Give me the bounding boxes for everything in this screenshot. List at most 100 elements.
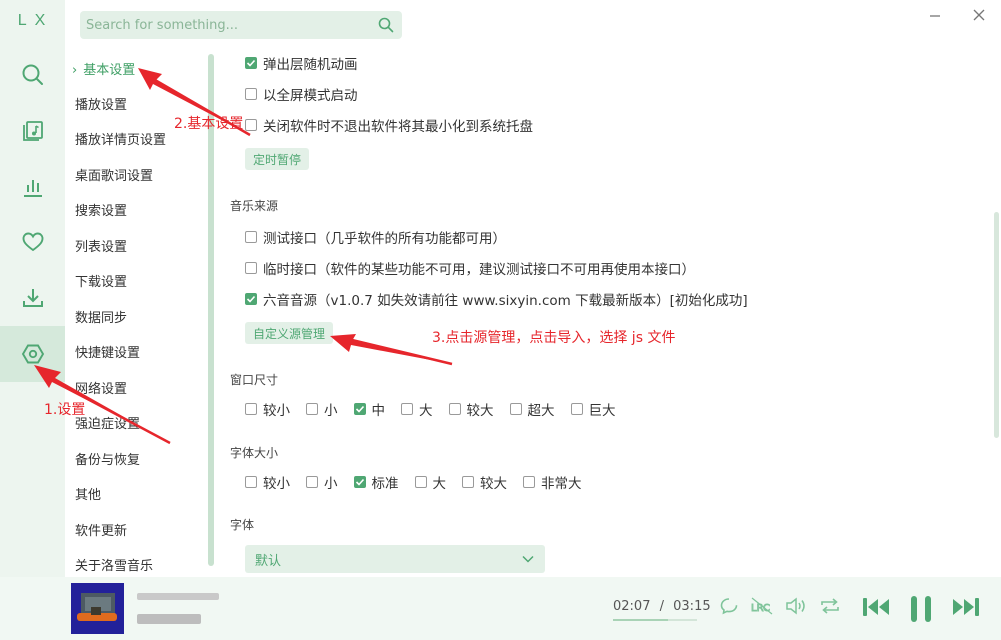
checkbox[interactable] bbox=[353, 476, 366, 488]
current-time: 02:07 bbox=[613, 599, 651, 614]
option-source-test-api[interactable]: 测试接口（几乎软件的所有功能都可用） bbox=[245, 226, 506, 248]
song-artist-blurred bbox=[137, 614, 201, 624]
option-label: 较小 bbox=[263, 403, 290, 419]
playback-time: 02:07 / 03:15 bbox=[613, 599, 711, 614]
font-size-option-very-large[interactable]: 非常大 bbox=[523, 472, 582, 492]
checkbox[interactable] bbox=[245, 293, 257, 305]
previous-track-button[interactable] bbox=[860, 594, 892, 620]
nav-item-play-detail-settings[interactable]: 播放详情页设置 bbox=[75, 131, 166, 151]
custom-source-manage-button[interactable]: 自定义源管理 bbox=[245, 322, 334, 344]
rail-download-button[interactable] bbox=[0, 270, 65, 326]
checkbox[interactable] bbox=[448, 403, 461, 415]
time-separator: / bbox=[659, 599, 664, 614]
checkbox[interactable] bbox=[245, 57, 257, 69]
checkbox[interactable] bbox=[245, 262, 257, 274]
checkbox[interactable] bbox=[462, 476, 474, 488]
rail-song-list-button[interactable] bbox=[0, 103, 65, 159]
font-size-option-small[interactable]: 小 bbox=[306, 472, 338, 492]
checkbox[interactable] bbox=[523, 476, 535, 488]
window-size-option-extra-large[interactable]: 超大 bbox=[509, 399, 555, 419]
checkbox[interactable] bbox=[245, 231, 257, 243]
comment-button[interactable] bbox=[718, 594, 740, 618]
window-size-option-smaller[interactable]: 较小 bbox=[245, 399, 290, 419]
next-track-button[interactable] bbox=[950, 594, 982, 620]
checkbox[interactable] bbox=[245, 119, 257, 131]
progress-bar[interactable] bbox=[613, 619, 697, 621]
play-mode-button[interactable] bbox=[818, 594, 842, 618]
font-size-option-larger[interactable]: 较大 bbox=[462, 472, 507, 492]
nav-item-hotkey-settings[interactable]: 快捷键设置 bbox=[75, 344, 140, 364]
section-title-font-size: 字体大小 bbox=[230, 446, 279, 460]
nav-item-playback-settings[interactable]: 播放设置 bbox=[75, 96, 127, 116]
font-select-value: 默认 bbox=[255, 553, 282, 569]
checkbox[interactable] bbox=[306, 403, 318, 415]
checkbox[interactable] bbox=[306, 476, 318, 488]
font-size-option-smaller[interactable]: 较小 bbox=[245, 472, 290, 492]
sidebar-rail: LX bbox=[0, 0, 65, 577]
option-label: 小 bbox=[324, 476, 338, 492]
nav-item-network-settings[interactable]: 网络设置 bbox=[75, 380, 127, 400]
window-size-option-huge[interactable]: 巨大 bbox=[570, 399, 616, 419]
option-minimize-to-tray[interactable]: 关闭软件时不退出软件将其最小化到系统托盘 bbox=[245, 114, 533, 136]
nav-item-software-update[interactable]: 软件更新 bbox=[75, 522, 127, 542]
close-button[interactable] bbox=[967, 5, 991, 25]
nav-item-basic-settings[interactable]: › 基本设置 bbox=[72, 61, 135, 81]
annotation-arrows bbox=[34, 68, 453, 445]
nav-item-data-sync[interactable]: 数据同步 bbox=[75, 309, 127, 329]
option-label: 关闭软件时不退出软件将其最小化到系统托盘 bbox=[263, 119, 533, 135]
nav-item-desktop-lyric-settings[interactable]: 桌面歌词设置 bbox=[75, 167, 153, 187]
annotation-step-2: 2.基本设置 bbox=[174, 116, 244, 132]
album-cover[interactable] bbox=[71, 583, 124, 634]
section-title-window-size: 窗口尺寸 bbox=[230, 373, 279, 387]
content-scrollbar[interactable] bbox=[994, 212, 999, 438]
timer-pause-button[interactable]: 定时暂停 bbox=[245, 148, 310, 170]
rail-leaderboard-button[interactable] bbox=[0, 159, 65, 215]
checkbox[interactable] bbox=[245, 403, 257, 415]
nav-item-backup-restore[interactable]: 备份与恢复 bbox=[75, 451, 140, 471]
nav-item-label: 基本设置 bbox=[83, 63, 136, 78]
nav-item-list-settings[interactable]: 列表设置 bbox=[75, 238, 127, 258]
window-size-option-large[interactable]: 大 bbox=[401, 399, 433, 419]
checkbox[interactable] bbox=[509, 403, 522, 415]
search-icon[interactable] bbox=[378, 17, 394, 33]
pause-button[interactable] bbox=[906, 594, 936, 624]
checkbox[interactable] bbox=[414, 476, 427, 488]
window-size-option-medium[interactable]: 中 bbox=[353, 399, 386, 419]
album-art-image bbox=[71, 583, 124, 634]
rail-settings-button[interactable] bbox=[0, 326, 65, 382]
option-label: 巨大 bbox=[588, 403, 616, 419]
search-input[interactable] bbox=[80, 11, 370, 39]
lyric-toggle-button[interactable]: LRC bbox=[749, 594, 775, 618]
font-size-options: 较小 小 标准 大 较大 非常大 bbox=[245, 472, 598, 492]
option-label: 中 bbox=[371, 403, 386, 419]
nav-item-search-settings[interactable]: 搜索设置 bbox=[75, 202, 127, 222]
minimize-button[interactable] bbox=[923, 5, 947, 25]
font-select[interactable]: 默认 bbox=[245, 545, 545, 573]
font-size-option-standard[interactable]: 标准 bbox=[353, 472, 399, 492]
volume-button[interactable] bbox=[784, 594, 808, 618]
checkbox[interactable] bbox=[401, 403, 413, 415]
option-label: 小 bbox=[324, 403, 338, 419]
settings-hexagon-icon bbox=[21, 344, 44, 364]
option-fullscreen-start[interactable]: 以全屏模式启动 bbox=[245, 83, 358, 105]
rail-search-button[interactable] bbox=[0, 47, 65, 103]
checkbox[interactable] bbox=[245, 88, 257, 100]
font-size-option-large[interactable]: 大 bbox=[414, 472, 446, 492]
nav-item-about[interactable]: 关于洛雪音乐 bbox=[75, 557, 153, 577]
chevron-right-icon: › bbox=[72, 63, 78, 78]
rail-favorites-button[interactable] bbox=[0, 214, 65, 270]
window-size-options: 较小 小 中 大 较大 超大 巨大 bbox=[245, 399, 632, 419]
nav-item-other[interactable]: 其他 bbox=[75, 486, 101, 506]
window-size-option-larger[interactable]: 较大 bbox=[448, 399, 494, 419]
nav-item-download-settings[interactable]: 下载设置 bbox=[75, 273, 127, 293]
window-size-option-small[interactable]: 小 bbox=[306, 399, 338, 419]
option-random-popup-animation[interactable]: 弹出层随机动画 bbox=[245, 52, 358, 74]
checkbox[interactable] bbox=[570, 403, 583, 415]
option-source-sixyin[interactable]: 六音音源（v1.0.7 如失效请前往 www.sixyin.com 下载最新版本… bbox=[245, 288, 748, 310]
option-label: 超大 bbox=[527, 403, 555, 419]
checkbox[interactable] bbox=[353, 403, 366, 415]
app-logo: LX bbox=[17, 12, 54, 29]
option-source-temp-api[interactable]: 临时接口（软件的某些功能不可用，建议测试接口不可用再使用本接口） bbox=[245, 257, 695, 279]
section-title-music-source: 音乐来源 bbox=[230, 199, 279, 213]
checkbox[interactable] bbox=[245, 476, 257, 488]
